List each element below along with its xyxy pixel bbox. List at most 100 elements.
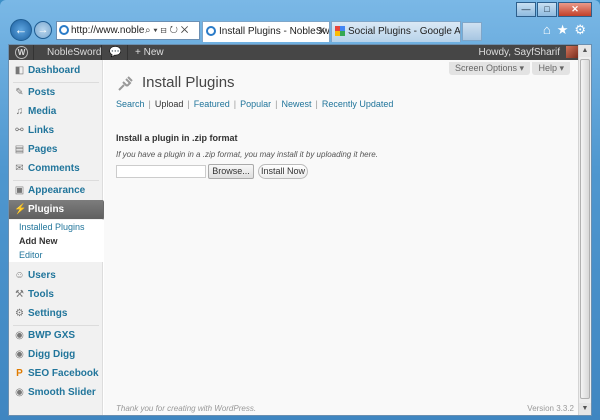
minimize-button[interactable]: — xyxy=(516,2,536,17)
tools-icon[interactable]: ⚙ xyxy=(574,22,586,38)
browse-button[interactable]: Browse... xyxy=(208,164,254,179)
digg-digg-icon: ◉ xyxy=(15,349,24,360)
wordpress-logo-icon[interactable]: W xyxy=(15,46,28,59)
account-greeting[interactable]: Howdy, SayfSharif xyxy=(478,46,560,59)
upload-heading: Install a plugin in .zip format xyxy=(116,133,238,143)
address-text: http://www.noble... xyxy=(71,25,145,36)
subnav-newest[interactable]: Newest xyxy=(282,99,312,109)
forward-button[interactable]: → xyxy=(34,21,52,39)
posts-icon: ✎ xyxy=(15,87,24,98)
subnav-upload[interactable]: Upload xyxy=(155,99,184,109)
seo-facebook-icon: P xyxy=(16,368,23,379)
sidebar-item-digg-digg[interactable]: ◉ Digg Digg xyxy=(9,345,103,364)
install-subnav: Search | Upload | Featured | Popular | Newest | Re… xyxy=(116,99,393,109)
tab-social-plugins[interactable]: Social Plugins - Google Analyti... xyxy=(331,21,461,42)
media-icon: ♫ xyxy=(15,106,24,117)
links-icon: ⚯ xyxy=(15,125,24,136)
scrollbar-thumb[interactable] xyxy=(580,59,590,399)
sidebar-item-seo-facebook[interactable]: P SEO Facebook xyxy=(9,364,103,383)
help-button[interactable]: Help ▾ xyxy=(532,62,570,75)
new-tab-button[interactable] xyxy=(462,22,482,41)
subnav-recently-updated[interactable]: Recently Updated xyxy=(322,99,394,109)
tools-icon: ⚒ xyxy=(15,289,24,300)
maximize-button[interactable]: □ xyxy=(537,2,557,17)
subnav-featured[interactable]: Featured xyxy=(194,99,230,109)
plugin-plug-icon xyxy=(116,73,136,93)
address-bar[interactable]: http://www.noble... ⌕ ▾ ⊟ ↻ ✕ xyxy=(56,21,200,40)
back-button[interactable]: ← xyxy=(10,19,32,41)
sidebar-item-label: BWP GXS xyxy=(28,330,76,341)
sidebar-item-dashboard[interactable]: ◧ Dashboard xyxy=(9,61,103,80)
sidebar-item-comments[interactable]: ✉ Comments xyxy=(9,159,103,178)
site-name-link[interactable]: NobleSword xyxy=(47,46,101,59)
sidebar-item-label: Smooth Slider xyxy=(28,387,96,398)
sidebar-item-label: Users xyxy=(28,270,56,281)
sidebar-item-bwp-gxs[interactable]: ◉ BWP GXS xyxy=(9,326,103,345)
settings-icon: ⚙ xyxy=(15,308,24,319)
sidebar-item-label: Comments xyxy=(28,163,80,174)
browser-toolbar: ← → http://www.noble... ⌕ ▾ ⊟ ↻ ✕ Instal… xyxy=(6,18,594,44)
divider: | xyxy=(187,99,190,109)
sidebar-item-links[interactable]: ⚯ Links xyxy=(9,121,103,140)
tab-install-plugins[interactable]: Install Plugins - NobleSwor... ✕ xyxy=(202,21,330,42)
pages-icon: ▤ xyxy=(14,144,25,155)
sidebar-item-label: Appearance xyxy=(28,185,86,196)
sidebar-item-pages[interactable]: ▤ Pages xyxy=(9,140,103,159)
divider: | xyxy=(233,99,237,109)
divider xyxy=(33,45,34,60)
sidebar-item-label: Digg Digg xyxy=(28,349,76,360)
subnav-popular[interactable]: Popular xyxy=(240,99,271,109)
sidebar-item-label: Pages xyxy=(28,144,58,155)
home-icon[interactable]: ⌂ xyxy=(543,22,551,38)
screen-options-button[interactable]: Screen Options ▾ xyxy=(448,62,530,75)
sidebar-item-plugins[interactable]: ⚡ Plugins xyxy=(9,200,109,220)
tab-close-icon[interactable]: ✕ xyxy=(318,22,326,41)
subnav-search[interactable]: Search xyxy=(116,99,145,109)
comments-icon[interactable]: 💬 xyxy=(109,46,121,59)
upload-description: If you have a plugin in a .zip format, y… xyxy=(116,150,378,159)
dashboard-icon: ◧ xyxy=(14,65,25,76)
close-window-button[interactable]: ✕ xyxy=(558,2,592,17)
divider: | xyxy=(148,99,151,109)
sidebar-item-label: Settings xyxy=(28,308,68,319)
avatar[interactable] xyxy=(566,46,578,58)
sidebar-item-label: Plugins xyxy=(28,204,65,215)
sidebar-item-appearance[interactable]: ▣ Appearance xyxy=(9,181,103,200)
submenu-item-add-new[interactable]: Add New xyxy=(9,234,103,248)
tab-title: Social Plugins - Google Analyti... xyxy=(348,26,461,37)
install-now-button[interactable]: Install Now xyxy=(258,164,308,179)
browser-window: — □ ✕ ← → http://www.noble... ⌕ ▾ ⊟ ↻ ✕ … xyxy=(0,0,600,420)
admin-sidebar: ◧ Dashboard ✎ Posts ♫ Media ⚯ Links ▤ Pa… xyxy=(9,60,109,415)
sidebar-item-users[interactable]: ☺ Users xyxy=(9,266,103,285)
google-analytics-icon xyxy=(335,26,345,36)
page-viewport: W NobleSword 💬 + New Howdy, SayfSharif ◧… xyxy=(8,44,592,416)
sidebar-item-tools[interactable]: ⚒ Tools xyxy=(9,285,103,304)
scroll-down-icon[interactable]: ▼ xyxy=(579,403,591,415)
new-content-link[interactable]: + New xyxy=(135,46,164,59)
users-icon: ☺ xyxy=(14,270,25,281)
vertical-scrollbar[interactable]: ▲ ▼ xyxy=(578,45,591,415)
plugins-icon: ⚡ xyxy=(14,204,27,215)
smooth-slider-icon: ◉ xyxy=(15,387,24,398)
favorites-icon[interactable]: ★ xyxy=(557,22,569,38)
scroll-up-icon[interactable]: ▲ xyxy=(579,45,591,57)
sidebar-item-label: Links xyxy=(28,125,55,136)
sidebar-item-smooth-slider[interactable]: ◉ Smooth Slider xyxy=(9,383,103,402)
footer-credit: Thank you for creating with WordPress. xyxy=(116,404,257,413)
sidebar-item-settings[interactable]: ⚙ Settings xyxy=(9,304,103,323)
divider xyxy=(127,45,128,60)
submenu-item-editor[interactable]: Editor xyxy=(9,248,103,262)
browser-command-icons: ⌂ ★ ⚙ xyxy=(543,22,586,38)
address-controls[interactable]: ⌕ ▾ ⊟ ↻ ✕ xyxy=(145,22,188,39)
plugin-file-input[interactable] xyxy=(116,165,206,178)
window-controls: — □ ✕ xyxy=(515,2,592,17)
sidebar-item-label: Dashboard xyxy=(28,65,81,76)
sidebar-item-media[interactable]: ♫ Media xyxy=(9,102,103,121)
sidebar-item-label: SEO Facebook xyxy=(28,368,99,379)
sidebar-item-posts[interactable]: ✎ Posts xyxy=(9,83,103,102)
comments-icon: ✉ xyxy=(15,163,24,174)
main-content: Screen Options ▾ Help ▾ Install Plugins … xyxy=(104,60,580,415)
submenu-item-installed-plugins[interactable]: Installed Plugins xyxy=(9,220,103,234)
sidebar-item-label: Posts xyxy=(28,87,56,98)
divider xyxy=(101,45,102,60)
